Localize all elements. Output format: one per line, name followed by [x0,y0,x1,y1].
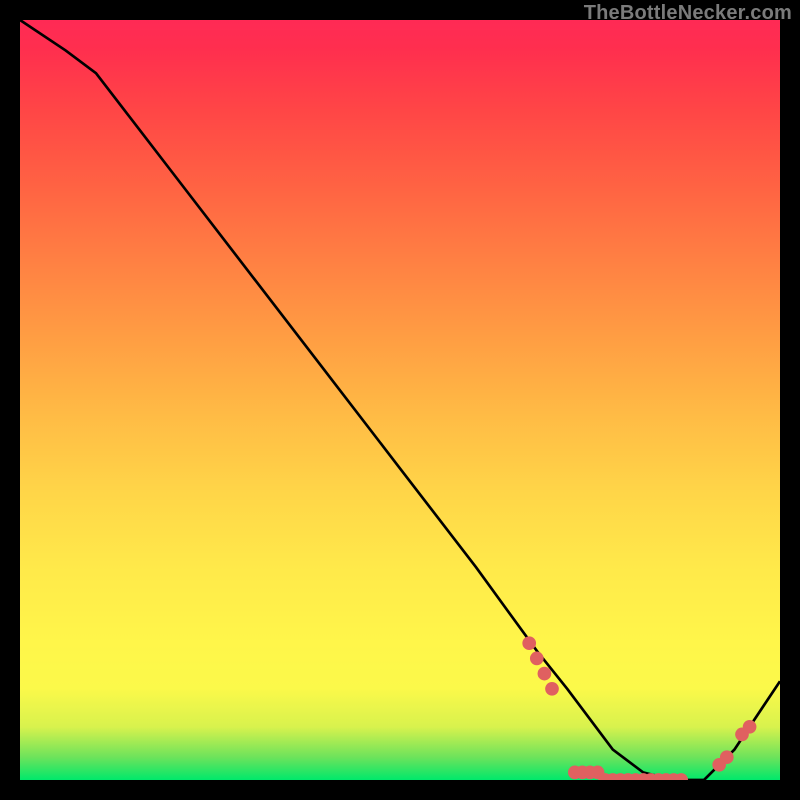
highlight-dot [538,667,552,681]
plot-area [20,20,780,780]
highlight-dot [743,720,757,734]
highlight-dot [522,636,536,650]
chart-container: TheBottleNecker.com [0,0,800,800]
highlight-dot [720,750,734,764]
curve-layer [20,20,780,780]
highlight-dots [522,636,756,780]
highlight-dot [530,652,544,666]
bottleneck-curve [20,20,780,780]
highlight-dot [545,682,559,696]
